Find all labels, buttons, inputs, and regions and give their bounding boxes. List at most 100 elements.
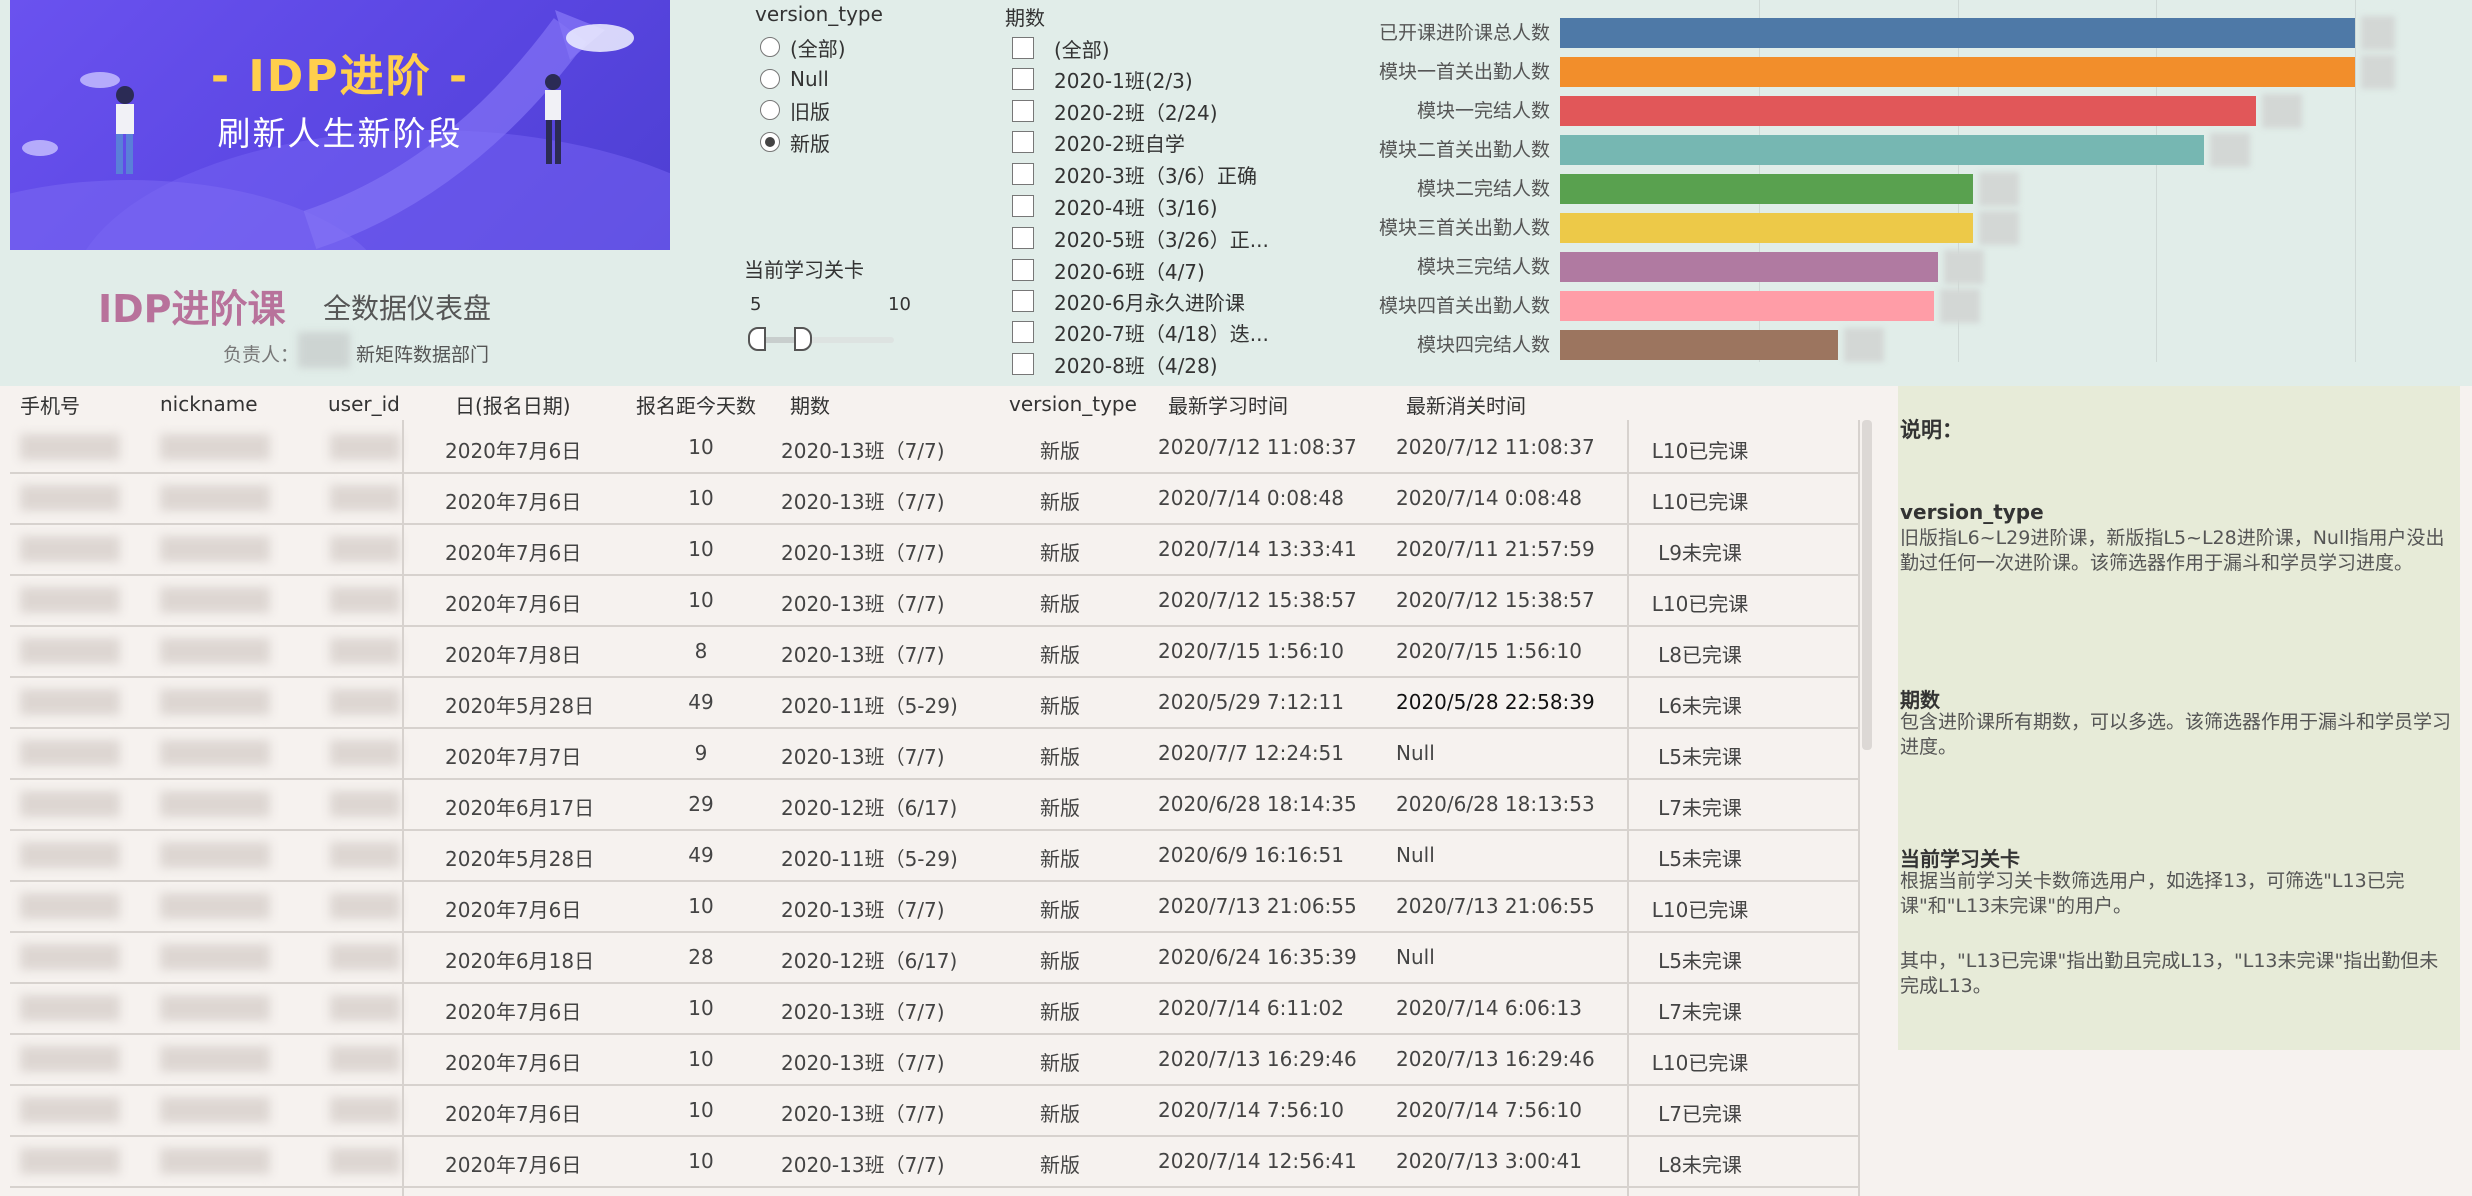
notes-panel: 说明： version_type 旧版指L6~L29进阶课，新版指L5~L28进… — [1898, 386, 2460, 1050]
table-cell: 2020-13班（7/7) — [781, 439, 945, 463]
version-option[interactable]: Null — [760, 65, 829, 93]
period-option[interactable]: 2020-6班（4/7) — [1012, 256, 1205, 284]
column-header[interactable]: version_type — [1009, 392, 1137, 416]
column-header[interactable]: nickname — [160, 392, 258, 416]
version-slicer-title: version_type — [755, 2, 883, 26]
table-row[interactable]: 2020年7月8日 8 2020-13班（7/7) 新版 2020/7/15 1:56:… — [10, 626, 1860, 678]
redacted-cell — [160, 995, 270, 1021]
table-row[interactable]: 2020年7月6日 10 2020-13班（7/7) 新版 2020/7/13 16:2… — [10, 1034, 1860, 1086]
checkbox-icon — [1012, 259, 1034, 281]
table-cell: 2020年6月17日 — [445, 796, 595, 820]
owner-name-redacted — [298, 332, 350, 368]
table-row[interactable]: 2020年6月17日 29 2020-12班（6/17) 新版 2020/6/28 18… — [10, 779, 1860, 831]
redacted-cell — [160, 1046, 270, 1072]
table-row[interactable]: 2020年7月6日 10 2020-13班（7/7) 新版 2020/7/14 6:11… — [10, 983, 1860, 1035]
table-cell: 2020年7月6日 — [445, 1000, 582, 1024]
table-row[interactable]: 2020年7月6日 10 2020-13班（7/7) 新版 2020/7/12 11:0… — [10, 422, 1860, 474]
table-cell: Null — [1396, 843, 1435, 867]
redacted-cell — [20, 995, 120, 1021]
table-row[interactable]: 2020年6月18日 28 2020-12班（6/17) 新版 2020/6/24 16… — [10, 932, 1860, 984]
period-option[interactable]: 2020-7班（4/18）迭... — [1012, 318, 1269, 346]
table-cell: 2020/6/28 18:14:35 — [1158, 792, 1357, 816]
chart-bar[interactable] — [1560, 96, 2256, 126]
table-cell: 新版 — [1040, 490, 1080, 514]
redacted-cell — [20, 587, 120, 613]
period-option[interactable]: (全部) — [1012, 34, 1110, 62]
table-cell: 新版 — [1040, 949, 1080, 973]
table-row[interactable]: 2020年7月6日 10 2020-13班（7/7) 新版 2020/7/13 21:0… — [10, 881, 1860, 933]
chart-bar[interactable] — [1560, 291, 1934, 321]
table-cell: L5未完课 — [1658, 745, 1742, 769]
redacted-cell — [160, 740, 270, 766]
redacted-cell — [160, 536, 270, 562]
table-cell: L10已完课 — [1651, 439, 1749, 463]
table-cell: 新版 — [1040, 592, 1080, 616]
table-cell: 10 — [688, 996, 714, 1020]
column-header[interactable]: user_id — [328, 392, 400, 416]
table-row[interactable]: 2020年7月6日 10 2020-13班（7/7) 新版 2020/7/12 15:3… — [10, 575, 1860, 627]
period-option[interactable]: 2020-2班自学 — [1012, 128, 1185, 156]
column-header[interactable]: 期数 — [790, 390, 830, 419]
table-cell: 2020/7/13 16:29:46 — [1158, 1047, 1357, 1071]
table-cell: 新版 — [1040, 847, 1080, 871]
period-option[interactable]: 2020-5班（3/26）正... — [1012, 224, 1269, 252]
table-header: 手机号 nickname user_id 日(报名日期) 报名距今天数 期数 v… — [0, 386, 1900, 420]
notes-level-text: 根据当前学习关卡数筛选用户，如选择13，可筛选"L13已完课"和"L13未完课"… — [1900, 870, 2405, 917]
table-cell: 2020/7/14 6:06:13 — [1396, 996, 1583, 1020]
chart-bar[interactable] — [1560, 135, 2204, 165]
table-row[interactable]: 2020年7月6日 10 2020-13班（7/7) 新版 2020/7/14 7:56… — [10, 1085, 1860, 1137]
chart-bar[interactable] — [1560, 252, 1938, 282]
period-option[interactable]: 2020-1班(2/3) — [1012, 65, 1193, 93]
notes-period-text: 包含进阶课所有期数，可以多选。该筛选器作用于漏斗和学员学习进度。 — [1900, 711, 2452, 758]
redacted-cell — [330, 1046, 400, 1072]
chart-bar[interactable] — [1560, 18, 2355, 48]
period-option[interactable]: 2020-2班（2/24) — [1012, 97, 1218, 125]
level-min-value: 5 — [750, 294, 762, 315]
redacted-cell — [330, 740, 400, 766]
banner-subtitle: 刷新人生新阶段 — [217, 114, 463, 153]
column-header[interactable]: 报名距今天数 — [636, 390, 756, 419]
column-header[interactable]: 最新学习时间 — [1168, 390, 1288, 419]
notes-version-title: version_type — [1900, 500, 2044, 524]
table-row[interactable]: 2020年7月6日 10 2020-13班（7/7) 新版 2020/7/14 12:5… — [10, 1136, 1860, 1188]
table-cell: 10 — [688, 435, 714, 459]
redacted-cell — [160, 587, 270, 613]
version-option[interactable]: 旧版 — [760, 96, 830, 124]
table-cell: 2020年7月6日 — [445, 439, 582, 463]
table-scrollbar[interactable] — [1862, 420, 1872, 750]
redacted-cell — [20, 842, 120, 868]
redacted-cell — [330, 791, 400, 817]
table-cell: L5未完课 — [1658, 847, 1742, 871]
table-cell: 2020-12班（6/17) — [781, 949, 958, 973]
level-slider-min-handle[interactable] — [748, 327, 766, 351]
table-row[interactable]: 2020年5月28日 49 2020-11班（5-29) 新版 2020/5/29 7:… — [10, 677, 1860, 729]
table-row[interactable]: 2020年7月6日 10 2020-13班（7/7) 新版 2020/7/14 13:3… — [10, 524, 1860, 576]
chart-category-label: 模块四完结人数 — [1416, 334, 1550, 356]
table-cell: 2020-11班（5-29) — [781, 847, 958, 871]
chart-bar[interactable] — [1560, 174, 1973, 204]
checkbox-icon — [1012, 37, 1034, 59]
version-option-selected[interactable]: 新版 — [760, 128, 830, 156]
table-cell: 2020/7/14 0:08:48 — [1158, 486, 1345, 510]
period-option[interactable]: 2020-6月永久进阶课 — [1012, 287, 1245, 315]
chart-bar[interactable] — [1560, 213, 1973, 243]
column-header[interactable]: 日(报名日期) — [455, 390, 571, 419]
chart-bar[interactable] — [1560, 330, 1838, 360]
period-option[interactable]: 2020-3班（3/6）正确 — [1012, 160, 1257, 188]
radio-icon — [760, 100, 780, 120]
table-row[interactable]: 2020年7月7日 9 2020-13班（7/7) 新版 2020/7/7 12:24:… — [10, 728, 1860, 780]
period-option[interactable]: 2020-4班（3/16) — [1012, 192, 1218, 220]
period-option[interactable]: 2020-8班（4/28) — [1012, 350, 1218, 378]
redacted-cell — [330, 995, 400, 1021]
redacted-cell — [20, 944, 120, 970]
version-option[interactable]: (全部) — [760, 33, 846, 61]
notes-level-title: 当前学习关卡 — [1900, 847, 2020, 871]
chart-value-label-redacted — [2361, 55, 2395, 89]
redacted-cell — [160, 791, 270, 817]
column-header[interactable]: 手机号 — [20, 390, 80, 419]
column-header[interactable]: 最新消关时间 — [1406, 390, 1526, 419]
table-row[interactable]: 2020年5月28日 49 2020-11班（5-29) 新版 2020/6/9 16:… — [10, 830, 1860, 882]
level-slider-max-handle[interactable] — [794, 327, 812, 351]
table-row[interactable]: 2020年7月6日 10 2020-13班（7/7) 新版 2020/7/14 0:08… — [10, 473, 1860, 525]
chart-bar[interactable] — [1560, 57, 2355, 87]
